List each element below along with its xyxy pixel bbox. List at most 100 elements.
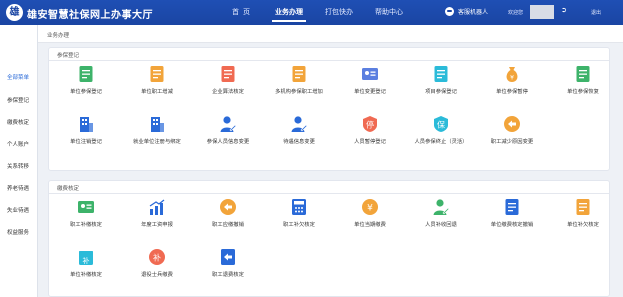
top-bar: 雄 雄安智慧社保网上办事大厅 首页 业务办理 打包快办 帮助中心 客服机器人 欢… [0,0,623,25]
back-arrow-icon [504,116,520,132]
section-divider [49,193,609,194]
service-tile-label: 人员补收回退 [425,222,457,228]
service-tile[interactable]: 职工补欠核定 [264,198,334,228]
svg-text:保: 保 [437,120,445,130]
service-tile[interactable]: ¥ 单位当期缴费 [335,198,405,228]
main-nav: 首页 业务办理 打包快办 帮助中心 [222,0,414,25]
sidebar-item-account[interactable]: 个人账户 [0,140,38,148]
svg-text:停: 停 [366,120,374,130]
service-tile[interactable]: 人员补收回退 [406,198,476,228]
service-tile-label: 人员参保终止（灵活） [414,139,468,145]
service-tile-label: 就业单位注册与绑定 [133,139,181,145]
doc-orange-icon [576,199,590,215]
service-tile-label: 单位变更登记 [354,89,386,95]
section-title: 缴费核定 [57,186,80,192]
person-yuan-icon [433,199,450,215]
return-icon [221,249,235,265]
calendar-icon: 补 [79,251,93,265]
service-tile-label: 单位注销登记 [70,139,102,145]
nav-business[interactable]: 业务办理 [264,0,314,25]
service-tile-label: 单位缴费核定撤销 [490,222,534,228]
stop-badge-icon: 停 [363,116,377,132]
logout-link[interactable]: 退出 [591,9,601,16]
nav-home[interactable]: 首页 [222,0,264,25]
service-tile[interactable]: 待遇信息变更 [264,115,334,145]
logo-icon: 雄 [6,4,23,21]
sidebar-item-rights[interactable]: 权益服务 [0,228,38,236]
service-tile[interactable]: 单位补欠核定 [548,198,618,228]
list-plus-icon [150,66,164,82]
back-arrow-icon [220,199,236,215]
service-tile[interactable]: 多机构参保职工增加 [264,65,334,95]
service-tile-label: 退役士兵缴费 [141,272,173,278]
service-tile[interactable]: 补退役士兵缴费 [122,248,192,278]
svg-text:补: 补 [153,253,161,263]
service-tile[interactable]: 参保人员信息变更 [193,115,263,145]
breadcrumb: 业务办理 [47,33,70,39]
sidebar-item-unemployment[interactable]: 失业待遇 [0,206,38,214]
service-tile[interactable]: ¥ 单位参保暂停 [477,65,547,95]
id-card-icon [78,201,94,213]
section-payment: 缴费核定 职工补缴核定 年度工资申报 职工应缴撤销 职工补欠核定 ¥ 单位当期缴费 人员补收… [48,180,610,297]
service-tile[interactable]: 补单位补缴核定 [51,248,121,278]
service-tile[interactable]: 保人员参保终止（灵活） [406,115,476,145]
nav-help[interactable]: 帮助中心 [364,0,414,25]
service-tile-label: 多机构参保职工增加 [275,89,323,95]
service-tile[interactable]: 单位参保登记 [51,65,121,95]
building-icon [151,117,164,132]
person-edit-icon [220,116,237,132]
sidebar-item-transfer[interactable]: 关系转移 [0,162,38,170]
service-tile-label: 单位当期缴费 [354,222,386,228]
service-tile[interactable]: 单位变更登记 [335,65,405,95]
service-tile-label: 职工退费核定 [212,272,244,278]
service-tile[interactable]: 单位参保恢复 [548,65,618,95]
person-edit-icon [291,116,308,132]
service-tile[interactable]: 职工应缴撤销 [193,198,263,228]
section-title: 参保登记 [57,53,80,59]
doc-pen-icon [79,66,93,82]
bar-chart-icon [149,199,165,215]
service-tile[interactable]: 单位注销登记 [51,115,121,145]
svg-text:补: 补 [83,256,90,265]
service-tile[interactable]: 项目参保登记 [406,65,476,95]
robot-icon [445,7,454,16]
service-tile[interactable]: 单位职工增减 [122,65,192,95]
sidebar-item-all[interactable]: 全部菜单 [0,73,38,81]
logout-icon[interactable]: ➲ [561,7,569,15]
service-tile-label: 单位参保登记 [70,89,102,95]
service-tile[interactable]: 职工减少原因变更 [477,115,547,145]
breadcrumb-bar: 业务办理 [38,25,623,43]
money-bag-icon: ¥ [506,67,518,82]
building-icon [80,117,93,132]
robot-label: 客服机器人 [458,10,489,16]
svg-text:¥: ¥ [367,204,373,214]
service-tile[interactable]: 单位缴费核定撤销 [477,198,547,228]
doc-refresh-icon [576,66,590,82]
service-tile[interactable]: 企业算法核定 [193,65,263,95]
service-tile[interactable]: 停人员暂停登记 [335,115,405,145]
service-tile-label: 待遇信息变更 [283,139,315,145]
service-tile-label: 单位补缴核定 [70,272,102,278]
doc-blue-icon [505,199,519,215]
sidebar-item-pension[interactable]: 养老待遇 [0,184,38,192]
list-plus-icon [292,66,306,82]
calc-icon [292,199,306,215]
user-name-redacted [530,5,554,19]
service-tile-label: 年度工资申报 [141,222,173,228]
sidebar: 全部菜单 参保登记 缴费核定 个人账户 关系转移 养老待遇 失业待遇 权益服务 [0,25,38,297]
service-tile[interactable]: 年度工资申报 [122,198,192,228]
service-tile[interactable]: 就业单位注册与绑定 [122,115,192,145]
sidebar-item-register[interactable]: 参保登记 [0,96,38,104]
insure-shield-icon: 保 [434,116,448,132]
svg-text:¥: ¥ [510,75,514,82]
service-tile-label: 人员暂停登记 [354,139,386,145]
service-tile-label: 职工补欠核定 [283,222,315,228]
nav-package[interactable]: 打包快办 [314,0,364,25]
sidebar-item-payment[interactable]: 缴费核定 [0,118,38,126]
site-title: 雄安智慧社保网上办事大厅 [27,10,153,21]
service-tile-label: 职工应缴撤销 [212,222,244,228]
service-tile[interactable]: 职工退费核定 [193,248,263,278]
service-tile[interactable]: 职工补缴核定 [51,198,121,228]
service-tile-label: 企业算法核定 [212,89,244,95]
robot-button[interactable]: 客服机器人 [445,7,488,16]
